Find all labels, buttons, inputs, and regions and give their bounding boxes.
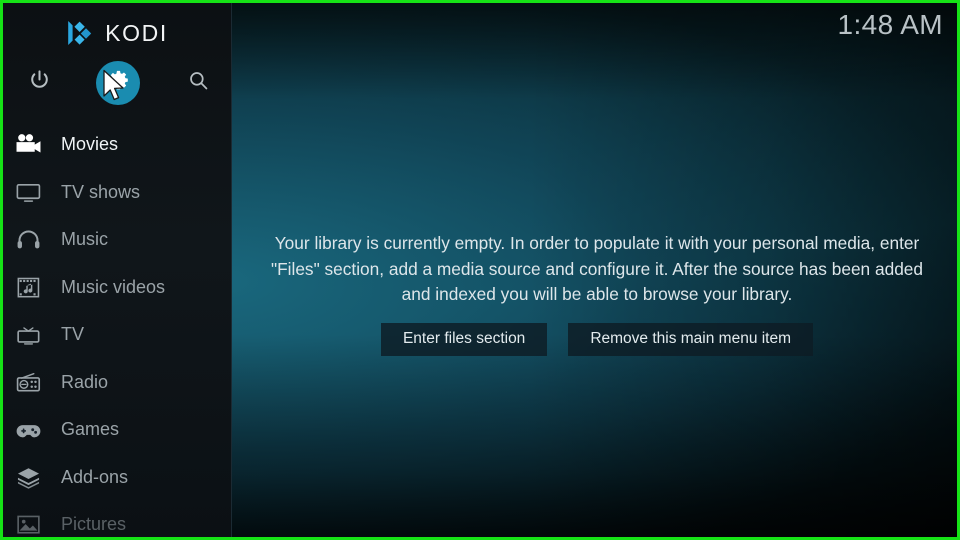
sidebar-item-music-videos[interactable]: Music videos [3,264,231,312]
retro-tv-icon [11,320,45,350]
sidebar-item-radio[interactable]: Radio [3,359,231,407]
sidebar-item-tv-shows[interactable]: TV shows [3,169,231,217]
sidebar-item-label: Movies [61,134,119,155]
television-icon [11,177,45,207]
power-button[interactable] [15,59,63,107]
sidebar-item-tv[interactable]: TV [3,311,231,359]
sidebar-item-label: Radio [61,371,109,392]
sidebar-item-pictures[interactable]: Pictures [3,501,231,537]
kodi-home-screen: 1:48 AM KODI Movies TV shows Music Music… [0,0,960,540]
app-logo: KODI [3,13,231,53]
sidebar-item-label: Pictures [61,514,127,535]
kodi-logo-icon [66,20,96,46]
remove-main-menu-item-button[interactable]: Remove this main menu item [568,322,814,356]
sidebar-item-label: Games [61,419,120,440]
sidebar-item-label: Music [61,229,109,250]
main-menu: Movies TV shows Music Music videos TV Ra… [3,121,231,537]
sidebar-item-movies[interactable]: Movies [3,121,231,169]
gamepad-icon [11,415,45,445]
sidebar: KODI Movies TV shows Music Music videos … [3,3,232,537]
sidebar-item-music[interactable]: Music [3,216,231,264]
sidebar-top-actions [3,59,231,109]
film-music-icon [11,272,45,302]
settings-button[interactable] [94,59,142,107]
main-content: Your library is currently empty. In orde… [231,3,957,537]
picture-icon [11,510,45,537]
headphones-icon [11,225,45,255]
sidebar-item-add-ons[interactable]: Add-ons [3,454,231,502]
gear-icon [107,69,130,97]
empty-library-panel: Your library is currently empty. In orde… [231,231,957,356]
sidebar-item-games[interactable]: Games [3,406,231,454]
power-icon [28,69,51,97]
sidebar-item-label: TV shows [61,181,141,202]
enter-files-section-button[interactable]: Enter files section [380,322,548,356]
movie-camera-icon [11,130,45,160]
empty-library-message: Your library is currently empty. In orde… [270,233,924,304]
radio-icon [11,367,45,397]
addon-box-icon [11,462,45,492]
sidebar-item-label: Music videos [61,276,166,297]
app-name: KODI [105,19,168,46]
sidebar-item-label: Add-ons [61,466,129,487]
settings-button-highlight [96,61,140,105]
sidebar-item-label: TV [61,324,85,345]
empty-library-actions: Enter files section Remove this main men… [231,322,957,356]
search-icon [187,69,210,97]
search-button[interactable] [174,59,222,107]
